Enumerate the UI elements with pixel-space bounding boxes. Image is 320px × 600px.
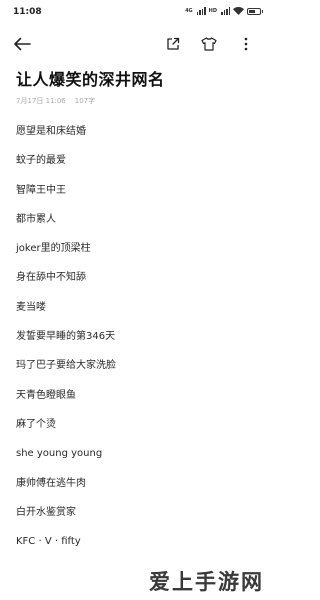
note-line: 天青色瞪眼鱼 — [16, 389, 76, 401]
status-bar: 11:08 4G HD — [0, 0, 273, 26]
status-time: 11:08 — [13, 7, 42, 17]
note-line: 白开水鉴赏家 — [16, 506, 76, 518]
toolbar — [0, 26, 273, 62]
note-line: 玛了巴子要给大家洗脸 — [16, 360, 116, 372]
note-line: 麦当喽 — [16, 301, 46, 313]
note-date: 7月17日 11:06 — [16, 97, 66, 105]
back-button[interactable] — [12, 34, 32, 54]
share-button[interactable] — [163, 34, 183, 54]
note-line: 都市累人 — [16, 213, 56, 225]
share-icon — [167, 37, 180, 50]
note-line: 身在舔中不知舔 — [16, 272, 86, 284]
note-line: 智障王中王 — [16, 184, 66, 196]
note-line: 发誓要早睡的第346天 — [16, 331, 116, 343]
note-line: joker里的顶梁柱 — [16, 243, 91, 255]
note-line: 蚊子的最爱 — [16, 155, 66, 167]
signal-1-label: 4G — [185, 8, 193, 14]
more-button[interactable] — [236, 34, 256, 54]
watermark-logo: 爱上手游网 — [149, 570, 264, 594]
note-line: 麻了个烫 — [16, 418, 56, 430]
note-meta: 7月17日 11:06 107字 — [16, 96, 95, 106]
skin-button[interactable] — [199, 34, 219, 54]
note-title: 让人爆笑的深井网名 — [16, 70, 165, 89]
signal-2-label: HD — [208, 8, 217, 14]
battery-icon — [247, 7, 263, 15]
battery-level — [249, 9, 255, 13]
note-line: 愿望是和床结婚 — [16, 126, 86, 137]
wifi-icon — [233, 7, 244, 15]
signal-icon-2 — [221, 7, 230, 15]
tshirt-icon — [201, 37, 217, 51]
arrow-left-icon — [14, 37, 31, 51]
more-vertical-icon — [244, 37, 248, 51]
note-word-count: 107字 — [74, 97, 96, 105]
status-icons: 4G HD — [185, 7, 263, 15]
note-line: KFC · V · fifty — [16, 536, 81, 548]
signal-icon — [196, 7, 206, 15]
note-line: she young young — [16, 448, 103, 460]
note-body[interactable]: 愿望是和床结婚 蚊子的最爱 智障王中王 都市累人 joker里的顶梁柱 身在舔中… — [16, 125, 256, 564]
note-line: 康帅傅在逃牛肉 — [16, 477, 86, 489]
